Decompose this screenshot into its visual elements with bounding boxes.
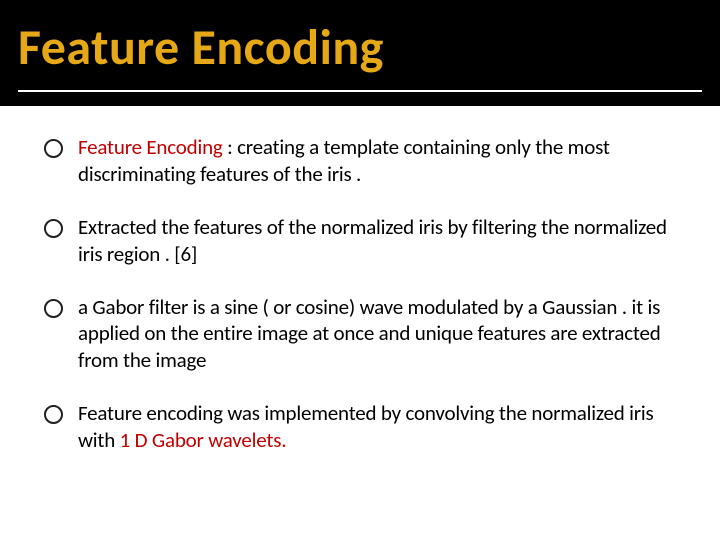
bullet-list: Feature Encoding : creating a template c…: [44, 134, 676, 454]
bullet-item: a Gabor filter is a sine ( or cosine) wa…: [44, 294, 676, 375]
slide-header: Feature Encoding: [0, 0, 720, 106]
bullet-item: Feature encoding was implemented by conv…: [44, 400, 676, 454]
bullet-accent: 1 D Gabor wavelets.: [120, 427, 287, 453]
header-divider: [18, 90, 702, 92]
bullet-text: a Gabor filter is a sine ( or cosine) wa…: [78, 294, 661, 374]
bullet-item: Extracted the features of the normalized…: [44, 214, 676, 268]
slide-body: Feature Encoding : creating a template c…: [0, 106, 720, 454]
bullet-item: Feature Encoding : creating a template c…: [44, 134, 676, 188]
slide-title: Feature Encoding: [18, 22, 702, 75]
bullet-accent: Feature Encoding: [78, 134, 223, 160]
bullet-text: Extracted the features of the normalized…: [78, 214, 667, 267]
